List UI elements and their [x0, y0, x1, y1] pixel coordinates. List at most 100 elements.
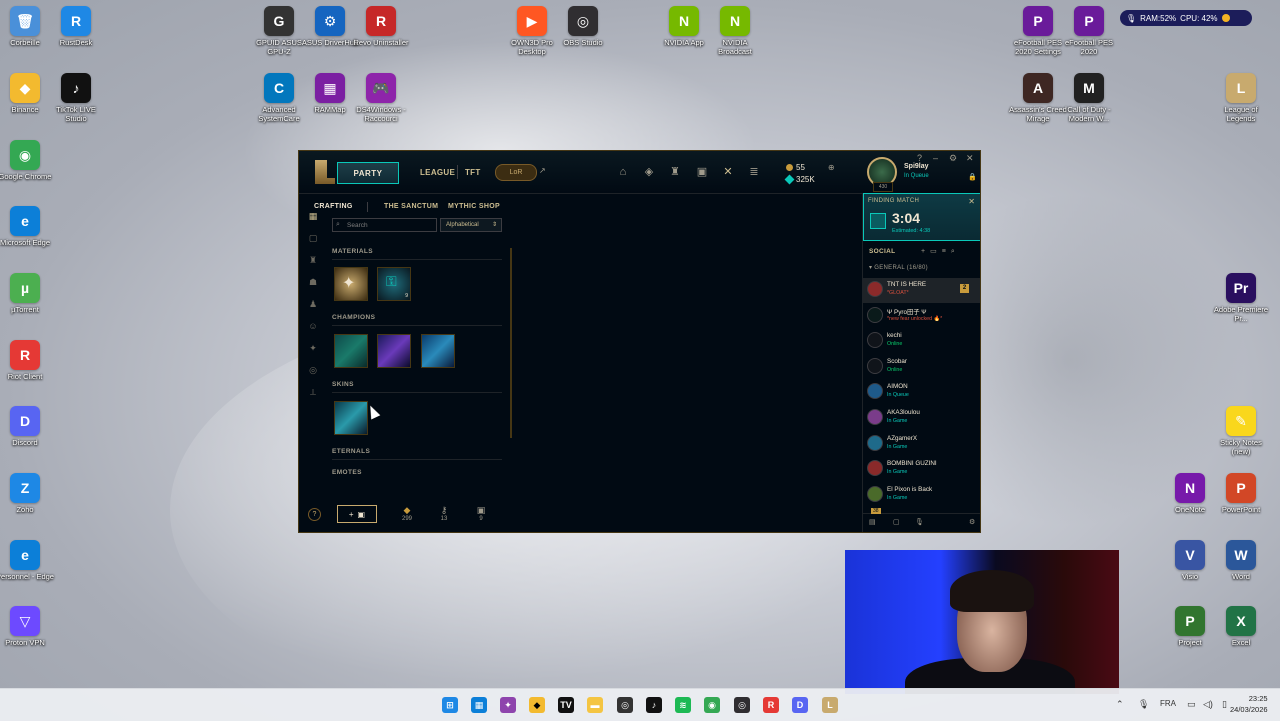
- binance-icon[interactable]: ◆: [529, 697, 545, 713]
- friend-row[interactable]: TNT IS HERE *GLOAT* 2: [863, 278, 980, 303]
- desktop-icon[interactable]: ✎ Sticky Notes (new): [1211, 406, 1271, 456]
- grid-all-icon[interactable]: ▦: [308, 211, 318, 221]
- home-icon[interactable]: ⌂: [617, 166, 629, 178]
- voice-icon[interactable]: 🎙: [915, 518, 924, 526]
- folder-icon[interactable]: ▬: [587, 697, 603, 713]
- desktop-icon[interactable]: N NVIDIA Broadcast: [705, 6, 765, 56]
- chat-icon[interactable]: ▤: [869, 518, 876, 526]
- add-friend-icon[interactable]: +: [921, 248, 930, 255]
- friend-group-general[interactable]: ▾ GENERAL (16/80): [869, 264, 928, 271]
- language-indicator[interactable]: FRA: [1160, 699, 1176, 708]
- loot-scrollbar[interactable]: [510, 248, 512, 438]
- volume-icon[interactable]: ◁): [1203, 699, 1213, 710]
- profile-icon[interactable]: ◈: [643, 166, 655, 178]
- currency-display[interactable]: 55 ⊕ 325K: [784, 161, 835, 185]
- crafting-icon[interactable]: ✕: [722, 166, 734, 178]
- desktop-icon[interactable]: ♪ TikTok LIVE Studio: [46, 73, 106, 123]
- obs-icon[interactable]: ◎: [734, 697, 750, 713]
- loot-icon[interactable]: ▣: [696, 166, 708, 178]
- battery-icon[interactable]: ▯: [1222, 699, 1227, 710]
- desktop-icon[interactable]: R RustDesk: [46, 6, 106, 47]
- friend-row[interactable]: Scobar Online: [863, 355, 980, 380]
- friend-row[interactable]: AKA3loulou In Game: [863, 406, 980, 431]
- discord-icon[interactable]: D: [792, 697, 808, 713]
- desktop-icon[interactable]: 🎮 DS4Windows - Raccourci: [351, 73, 411, 123]
- spotify-icon[interactable]: ≋: [675, 697, 691, 713]
- desktop-icon[interactable]: W Word: [1211, 540, 1271, 581]
- loot-item-material[interactable]: ✦: [334, 267, 368, 301]
- desktop-icon[interactable]: R Riot Client: [0, 340, 55, 381]
- store-icon[interactable]: ≣: [748, 166, 760, 178]
- tab-league[interactable]: LEAGUE: [420, 168, 455, 177]
- chrome-icon[interactable]: ◉: [704, 697, 720, 713]
- taskbar-app-icon[interactable]: ▦: [471, 697, 487, 713]
- desktop-icon[interactable]: ◉ Google Chrome: [0, 140, 55, 181]
- social-settings-icon[interactable]: ⚙: [969, 518, 975, 526]
- collection-icon[interactable]: ♜: [669, 166, 681, 178]
- close-icon[interactable]: ✕: [966, 153, 974, 164]
- mic-icon[interactable]: 🎙: [1138, 699, 1149, 710]
- settings-gear-icon[interactable]: ⚙: [949, 153, 957, 164]
- chest-icon[interactable]: ▢: [308, 233, 318, 243]
- desktop-icon[interactable]: L League of Legends: [1211, 73, 1271, 123]
- desktop-icon[interactable]: e Microsoft Edge: [0, 206, 55, 247]
- champion-icon[interactable]: ♜: [308, 255, 318, 265]
- champion-shard[interactable]: [421, 334, 455, 368]
- friend-row[interactable]: El Pixon is Back In Game: [863, 483, 980, 508]
- help-icon[interactable]: ?: [308, 508, 321, 521]
- desktop-icon[interactable]: Pr Adobe Premiere Pr...: [1211, 273, 1271, 323]
- emote-icon[interactable]: ✦: [308, 343, 318, 353]
- league-taskbar-icon[interactable]: L: [822, 697, 838, 713]
- chevron-up-icon[interactable]: ⌃: [1116, 699, 1124, 710]
- chatgpt-icon[interactable]: ◎: [617, 697, 633, 713]
- eternals-icon[interactable]: ◎: [308, 365, 318, 375]
- tiktok-icon[interactable]: ♪: [646, 697, 662, 713]
- champion-shard[interactable]: [334, 334, 368, 368]
- skin-shard[interactable]: [334, 401, 368, 435]
- tab-tft[interactable]: TFT: [465, 168, 481, 177]
- friend-row[interactable]: BOMBINI GUZINI In Game: [863, 457, 980, 482]
- list-icon[interactable]: ≡: [942, 248, 951, 255]
- start-icon[interactable]: ⊞: [442, 697, 458, 713]
- riot-icon[interactable]: R: [763, 697, 779, 713]
- finding-match-panel[interactable]: FINDING MATCH ✕ 3:04 Estimated: 4:38: [863, 193, 980, 241]
- desktop-icon[interactable]: µ µTorrent: [0, 273, 55, 314]
- search-icon[interactable]: ⌕: [951, 248, 960, 255]
- friend-row[interactable]: kechi Online: [863, 329, 980, 354]
- tab-mythic-shop[interactable]: MYTHIC SHOP: [448, 203, 500, 210]
- desktop-icon[interactable]: PeFootball PES 2020: [1059, 6, 1119, 56]
- friend-row[interactable]: AIMON In Queue: [863, 380, 980, 405]
- champion-shard[interactable]: [377, 334, 411, 368]
- sort-dropdown[interactable]: Alphabetical ⇕: [440, 218, 502, 232]
- ward-icon[interactable]: ♟: [308, 299, 318, 309]
- desktop-icon[interactable]: Z Zoho: [0, 473, 55, 514]
- desktop-icon[interactable]: M Call of Duty - Modern W...: [1059, 73, 1119, 123]
- network-icon[interactable]: ▭: [1187, 699, 1196, 710]
- minimize-icon[interactable]: –: [933, 153, 938, 163]
- cancel-queue-icon[interactable]: ✕: [968, 197, 975, 206]
- desktop-icon[interactable]: X Excel: [1211, 606, 1271, 647]
- mission-icon[interactable]: ▢: [893, 518, 900, 526]
- party-button[interactable]: PARTY: [337, 162, 399, 184]
- help-icon[interactable]: ?: [917, 153, 922, 163]
- lock-icon[interactable]: 🔒: [968, 173, 977, 181]
- loot-item-material[interactable]: ⚿ 9: [377, 267, 411, 301]
- open-chest-button[interactable]: + ▣: [337, 505, 377, 523]
- tradingview-icon[interactable]: TV: [558, 697, 574, 713]
- desktop-icon[interactable]: ▽ Proton VPN: [0, 606, 55, 647]
- search-input[interactable]: ⌕ Search: [332, 218, 437, 232]
- summoner-name[interactable]: Spi9lay: [904, 163, 929, 170]
- icon-icon[interactable]: ☺: [308, 321, 318, 331]
- skin-icon[interactable]: ☗: [308, 277, 318, 287]
- tab-crafting[interactable]: CRAFTING: [314, 203, 353, 210]
- friend-row[interactable]: AZgamerX In Game: [863, 432, 980, 457]
- external-link-icon[interactable]: ↗: [539, 166, 546, 175]
- lor-button[interactable]: LoR: [495, 164, 537, 181]
- friend-row[interactable]: Ψ Pyro田子 Ψ *new fear unlocked 🔥*: [863, 304, 980, 329]
- desktop-icon[interactable]: R Revo Uninstaller: [351, 6, 411, 47]
- copilot-icon[interactable]: ✦: [500, 697, 516, 713]
- tab-the-sanctum[interactable]: THE SANCTUM: [384, 203, 438, 210]
- desktop-icon[interactable]: D Discord: [0, 406, 55, 447]
- desktop-icon[interactable]: P PowerPoint: [1211, 473, 1271, 514]
- desktop-icon[interactable]: ◎ OBS Studio: [553, 6, 613, 47]
